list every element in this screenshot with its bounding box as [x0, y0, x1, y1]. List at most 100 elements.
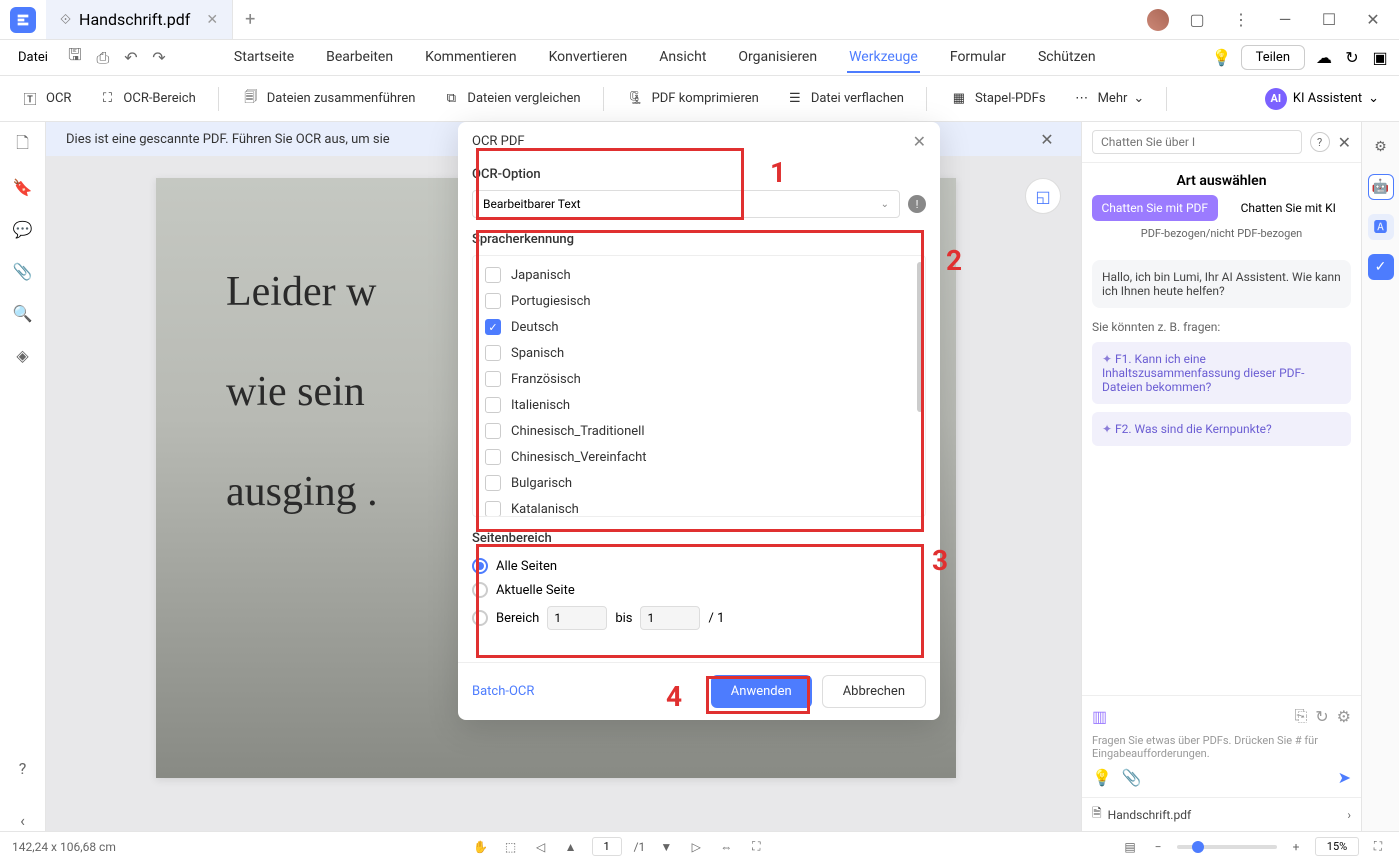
menu-schuetzen[interactable]: Schützen: [1036, 43, 1098, 73]
ki-assistent-button[interactable]: AI KI Assistent ⌄: [1255, 82, 1389, 116]
suggestion-1[interactable]: F1. Kann ich eine Inhaltszusammenfassung…: [1092, 342, 1351, 404]
page-input[interactable]: [592, 837, 622, 856]
lang-item[interactable]: Japanisch: [479, 262, 919, 288]
radio-current-page[interactable]: Aktuelle Seite: [472, 578, 926, 602]
bookmark-icon[interactable]: 🔖: [12, 176, 34, 198]
pdf-icon[interactable]: ▥: [1092, 707, 1107, 726]
fit-page-icon[interactable]: ⛶: [747, 838, 765, 856]
copy-icon[interactable]: ⎘: [1294, 706, 1307, 726]
menu-kommentieren[interactable]: Kommentieren: [423, 43, 518, 73]
info-icon[interactable]: !: [908, 195, 926, 213]
redo-icon[interactable]: ↷: [150, 49, 168, 67]
radio-all-pages[interactable]: Alle Seiten: [472, 554, 926, 578]
maximize-button[interactable]: ☐: [1313, 4, 1345, 36]
compare-button[interactable]: ⧉ Dateien vergleichen: [431, 83, 590, 115]
checkbox[interactable]: [485, 267, 501, 283]
lang-item[interactable]: Portugiesisch: [479, 288, 919, 314]
help-icon[interactable]: ?: [12, 757, 34, 779]
ocr-option-select[interactable]: Bearbeitbarer Text ⌄: [472, 190, 900, 218]
lang-item[interactable]: Katalanisch: [479, 496, 919, 517]
menu-ansicht[interactable]: Ansicht: [657, 43, 708, 73]
dialog-close-button[interactable]: ✕: [913, 132, 926, 151]
attachment-icon[interactable]: 📎: [1122, 768, 1142, 787]
page-icon[interactable]: 🗋: [12, 134, 34, 156]
checkbox[interactable]: [485, 423, 501, 439]
batch-button[interactable]: ▦ Stapel-PDFs: [939, 83, 1056, 115]
attachment-icon[interactable]: 📎: [12, 260, 34, 282]
panel-close-icon[interactable]: ✕: [1338, 133, 1351, 152]
close-button[interactable]: ✕: [1357, 4, 1389, 36]
settings-icon[interactable]: ⚙: [1337, 707, 1351, 726]
checkbox[interactable]: [485, 345, 501, 361]
menu-bearbeiten[interactable]: Bearbeiten: [324, 43, 395, 73]
history-icon[interactable]: ↻: [1315, 707, 1328, 726]
layers-icon[interactable]: ◈: [12, 344, 34, 366]
compress-button[interactable]: 🗜 PDF komprimieren: [616, 83, 769, 115]
lang-item[interactable]: Französisch: [479, 366, 919, 392]
undo-icon[interactable]: ↶: [122, 49, 140, 67]
checkbox[interactable]: [485, 371, 501, 387]
checkbox[interactable]: [485, 449, 501, 465]
ocr-bereich-button[interactable]: ⛶ OCR-Bereich: [87, 83, 205, 115]
add-tab-button[interactable]: +: [233, 9, 267, 30]
lightbulb-icon[interactable]: 💡: [1092, 768, 1112, 787]
file-menu[interactable]: Datei: [10, 46, 56, 69]
menu-konvertieren[interactable]: Konvertieren: [547, 43, 630, 73]
menu-formular[interactable]: Formular: [948, 43, 1008, 73]
hand-tool-icon[interactable]: ✋: [472, 838, 490, 856]
view-mode-icon[interactable]: ▤: [1121, 838, 1139, 856]
fullscreen-icon[interactable]: ⛶: [1369, 838, 1387, 856]
lang-item[interactable]: Chinesisch_Vereinfacht: [479, 444, 919, 470]
range-to-input[interactable]: [640, 606, 700, 630]
collapse-icon[interactable]: ‹: [12, 809, 34, 831]
sliders-icon[interactable]: ⚙: [1368, 134, 1394, 160]
language-list[interactable]: Japanisch Portugiesisch ✓Deutsch Spanisc…: [472, 255, 926, 517]
sync-icon[interactable]: ↻: [1343, 49, 1361, 67]
batch-ocr-link[interactable]: Batch-OCR: [472, 684, 534, 699]
checkbox[interactable]: [485, 475, 501, 491]
down-icon[interactable]: ▼: [657, 838, 675, 856]
apply-button[interactable]: Anwenden: [711, 675, 812, 708]
app-logo[interactable]: [10, 7, 36, 33]
print-icon[interactable]: ⎙: [94, 49, 112, 67]
document-tab[interactable]: ⟐ Handschrift.pdf ✕: [46, 0, 233, 39]
lang-item[interactable]: ✓Deutsch: [479, 314, 919, 340]
prev-page-icon[interactable]: ◁: [532, 838, 550, 856]
tab-close-icon[interactable]: ✕: [206, 12, 218, 28]
checkbox[interactable]: [485, 397, 501, 413]
next-page-icon[interactable]: ▷: [687, 838, 705, 856]
zoom-out-icon[interactable]: −: [1149, 838, 1167, 856]
comment-icon[interactable]: 💬: [12, 218, 34, 240]
zoom-input[interactable]: [1315, 837, 1359, 856]
notification-icon[interactable]: ▣: [1371, 49, 1389, 67]
lightbulb-icon[interactable]: 💡: [1213, 49, 1231, 67]
lang-item[interactable]: Chinesisch_Traditionell: [479, 418, 919, 444]
lang-item[interactable]: Italienisch: [479, 392, 919, 418]
select-tool-icon[interactable]: ⬚: [502, 838, 520, 856]
flatten-button[interactable]: ☰ Datei verflachen: [775, 83, 914, 115]
scrollbar[interactable]: [917, 262, 923, 412]
fit-width-icon[interactable]: ⇔: [717, 838, 735, 856]
send-button[interactable]: ➤: [1338, 768, 1351, 787]
user-avatar[interactable]: [1147, 9, 1169, 31]
tab-chat-pdf[interactable]: Chatten Sie mit PDF: [1092, 195, 1218, 221]
file-reference[interactable]: 🗎 Handschrift.pdf ›: [1082, 797, 1361, 831]
lang-item[interactable]: Bulgarisch: [479, 470, 919, 496]
help-icon[interactable]: ?: [1310, 132, 1330, 152]
tab-chat-ki[interactable]: Chatten Sie mit KI: [1226, 195, 1352, 221]
menu-werkzeuge[interactable]: Werkzeuge: [847, 43, 920, 73]
ocr-button[interactable]: 🅃 OCR: [10, 83, 81, 115]
checkbox[interactable]: [485, 293, 501, 309]
layout-icon[interactable]: ▢: [1181, 4, 1213, 36]
cloud-icon[interactable]: ☁: [1315, 49, 1333, 67]
radio-range[interactable]: Bereich bis / 1: [472, 602, 926, 634]
lang-item[interactable]: Spanisch: [479, 340, 919, 366]
radio[interactable]: [472, 582, 488, 598]
zoom-slider[interactable]: [1177, 845, 1277, 849]
check-icon[interactable]: ✓: [1368, 254, 1394, 280]
minimize-button[interactable]: —: [1269, 4, 1301, 36]
radio[interactable]: [472, 610, 488, 626]
suggestion-2[interactable]: F2. Was sind die Kernpunkte?: [1092, 412, 1351, 446]
merge-button[interactable]: 🗐 Dateien zusammenführen: [231, 83, 426, 115]
menu-organisieren[interactable]: Organisieren: [736, 43, 819, 73]
